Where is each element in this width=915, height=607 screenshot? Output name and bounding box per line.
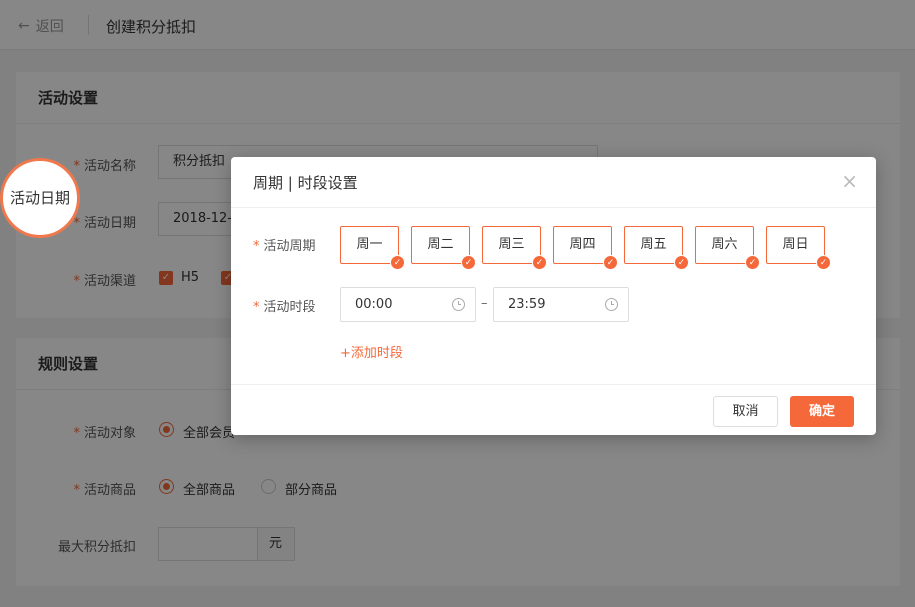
day-wed-button[interactable]: 周三 ✓ [482,226,547,270]
check-icon: ✓ [674,255,689,270]
day-sat-button[interactable]: 周六 ✓ [695,226,760,270]
cycle-label: * 活动周期 [253,239,316,254]
modal-header: 周期 | 时段设置 × [231,157,876,208]
end-time-input[interactable]: 23:59 [493,287,629,322]
modal-footer-divider [231,384,876,385]
add-slot-link[interactable]: +添加时段 [340,342,403,361]
day-sun-button[interactable]: 周日 ✓ [766,226,831,270]
start-time-input[interactable]: 00:00 [340,287,476,322]
slot-label: * 活动时段 [253,300,316,315]
cancel-button[interactable]: 取消 [713,396,778,427]
check-icon: ✓ [603,255,618,270]
check-icon: ✓ [461,255,476,270]
confirm-button[interactable]: 确定 [790,396,854,427]
modal-title: 周期 | 时段设置 [253,174,358,192]
clock-icon [452,298,465,311]
day-fri-button[interactable]: 周五 ✓ [624,226,689,270]
day-thu-button[interactable]: 周四 ✓ [553,226,618,270]
clock-icon [605,298,618,311]
cycle-time-modal: 周期 | 时段设置 × * 活动周期 周一 ✓ 周二 ✓ 周三 ✓ 周四 ✓ 周五 ✓ 周六… [231,157,876,435]
check-icon: ✓ [745,255,760,270]
check-icon: ✓ [816,255,831,270]
day-tue-button[interactable]: 周二 ✓ [411,226,476,270]
zoom-callout: 活动日期 [0,158,80,238]
day-mon-button[interactable]: 周一 ✓ [340,226,405,270]
close-icon[interactable]: × [841,171,858,191]
time-separator: – [481,296,488,311]
check-icon: ✓ [390,255,405,270]
check-icon: ✓ [532,255,547,270]
